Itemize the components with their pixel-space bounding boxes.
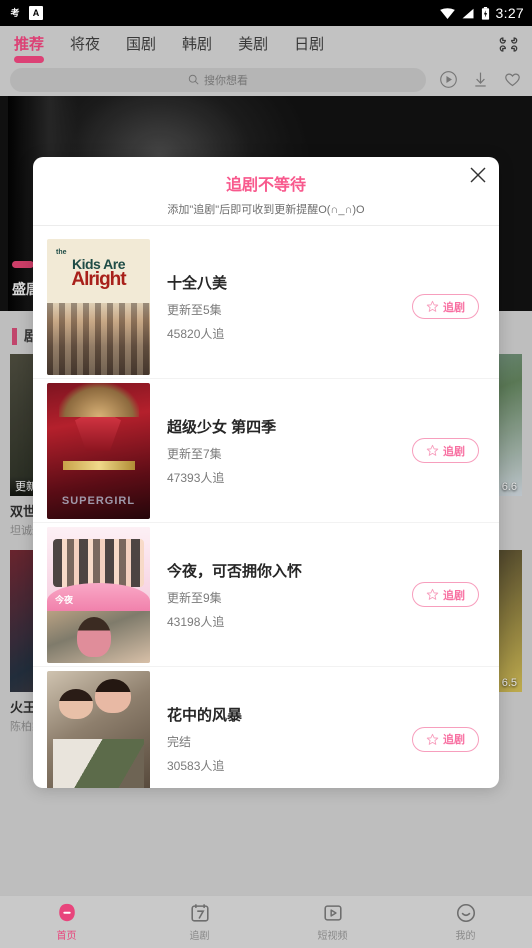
drama-update: 更新至7集	[167, 446, 222, 461]
drama-update: 更新至5集	[167, 302, 222, 317]
app-notification-icon: 考	[10, 8, 20, 18]
poster-art	[59, 382, 139, 417]
table-row[interactable]: the Kids Are Alright 十全八美 更新至5集 45820人追 …	[33, 235, 499, 379]
drama-poster: 今夜	[47, 526, 150, 663]
drama-followers: 47393人追	[167, 470, 225, 485]
modal-subtitle: 添加"追剧"后即可收到更新提醒O(∩_∩)O	[167, 204, 365, 216]
poster-logo-text: SUPERGIRL	[61, 494, 136, 507]
drama-followers: 43198人追	[167, 614, 225, 629]
drama-list[interactable]: the Kids Are Alright 十全八美 更新至5集 45820人追 …	[33, 235, 499, 788]
follow-button[interactable]: 追剧	[412, 726, 479, 752]
poster-art-2	[95, 679, 131, 713]
modal-header: 追剧不等待 添加"追剧"后即可收到更新提醒O(∩_∩)O	[33, 157, 499, 235]
drama-poster: the Kids Are Alright	[47, 238, 150, 375]
wifi-icon	[439, 7, 455, 19]
profile-smiley-icon	[456, 903, 475, 923]
table-row[interactable]: 今夜 今夜，可否拥你入怀 更新至9集 43198人追 追剧	[33, 523, 499, 667]
follow-button[interactable]: 追剧	[412, 294, 479, 319]
follow-button-label: 追剧	[443, 445, 465, 458]
bottom-navigation: 首页 追剧 短视频 我的	[0, 895, 532, 948]
nav-label-home: 首页	[56, 931, 77, 942]
video-icon	[323, 905, 342, 921]
follow-drama-modal: 追剧不等待 添加"追剧"后即可收到更新提醒O(∩_∩)O the Kids Ar…	[33, 157, 499, 788]
drama-followers: 45820人追	[167, 326, 225, 341]
close-icon[interactable]	[468, 165, 488, 185]
status-bar-clock: 3:27	[495, 5, 524, 21]
signal-icon	[462, 8, 474, 18]
follow-button[interactable]: 追剧	[412, 438, 479, 463]
poster-art-belt	[63, 460, 135, 470]
status-bar: 考 A 3:27	[0, 0, 532, 26]
status-bar-left: 考 A	[8, 6, 43, 20]
drama-info: 超级少女 第四季 更新至7集 47393人追	[150, 416, 412, 486]
follow-button-label: 追剧	[443, 734, 465, 746]
follow-button-label: 追剧	[443, 589, 465, 602]
drama-title: 十全八美	[167, 274, 228, 292]
follow-button[interactable]: 追剧	[412, 582, 479, 607]
modal-title: 追剧不等待	[225, 177, 306, 194]
star-outline-icon	[426, 300, 439, 312]
star-outline-icon	[426, 588, 439, 600]
nav-item-profile[interactable]: 我的	[399, 902, 532, 942]
nav-label-follow: 追剧	[189, 931, 210, 942]
calendar-icon	[190, 904, 209, 922]
table-row[interactable]: 花中的风暴 完结 30583人追 追剧	[33, 667, 499, 788]
drama-title: 超级少女 第四季	[167, 418, 277, 436]
nav-item-shortvideo[interactable]: 短视频	[266, 902, 399, 942]
drama-poster	[47, 671, 150, 788]
nav-label-profile: 我的	[455, 931, 476, 942]
drama-info: 花中的风暴 完结 30583人追	[150, 704, 412, 774]
status-bar-right: 3:27	[439, 5, 524, 21]
star-outline-icon	[426, 733, 439, 745]
home-icon	[58, 903, 75, 922]
drama-info: 十全八美 更新至5集 45820人追	[150, 272, 412, 342]
poster-art-people	[53, 538, 144, 587]
poster-logo-text: 今夜	[55, 594, 74, 605]
drama-title: 今夜，可否拥你入怀	[167, 562, 303, 580]
star-outline-icon	[426, 444, 439, 456]
drama-followers: 30583人追	[167, 759, 225, 773]
nav-label-shortvideo: 短视频	[317, 931, 348, 942]
drama-info: 今夜，可否拥你入怀 更新至9集 43198人追	[150, 560, 412, 630]
poster-art-lower	[53, 739, 144, 788]
battery-icon	[481, 6, 489, 20]
table-row[interactable]: SUPERGIRL 超级少女 第四季 更新至7集 47393人追 追剧	[33, 379, 499, 523]
poster-art-lower	[47, 610, 150, 663]
poster-art	[59, 689, 93, 719]
nav-item-home[interactable]: 首页	[0, 902, 133, 942]
drama-update: 完结	[167, 735, 192, 749]
poster-art: the Kids Are Alright	[56, 248, 127, 290]
modal-divider	[33, 225, 499, 226]
drama-title: 花中的风暴	[167, 707, 243, 724]
poster-art-lower	[47, 302, 150, 375]
drama-poster: SUPERGIRL	[47, 382, 150, 519]
a-badge-icon: A	[29, 6, 43, 20]
app-root: 考 A 3:27 推荐 将夜 国剧 韩剧 美剧 日剧 搜你想看 盛唐 剧 更新 …	[0, 0, 532, 948]
follow-button-label: 追剧	[443, 301, 465, 314]
nav-item-follow[interactable]: 追剧	[133, 902, 266, 942]
drama-update: 更新至9集	[167, 590, 222, 605]
